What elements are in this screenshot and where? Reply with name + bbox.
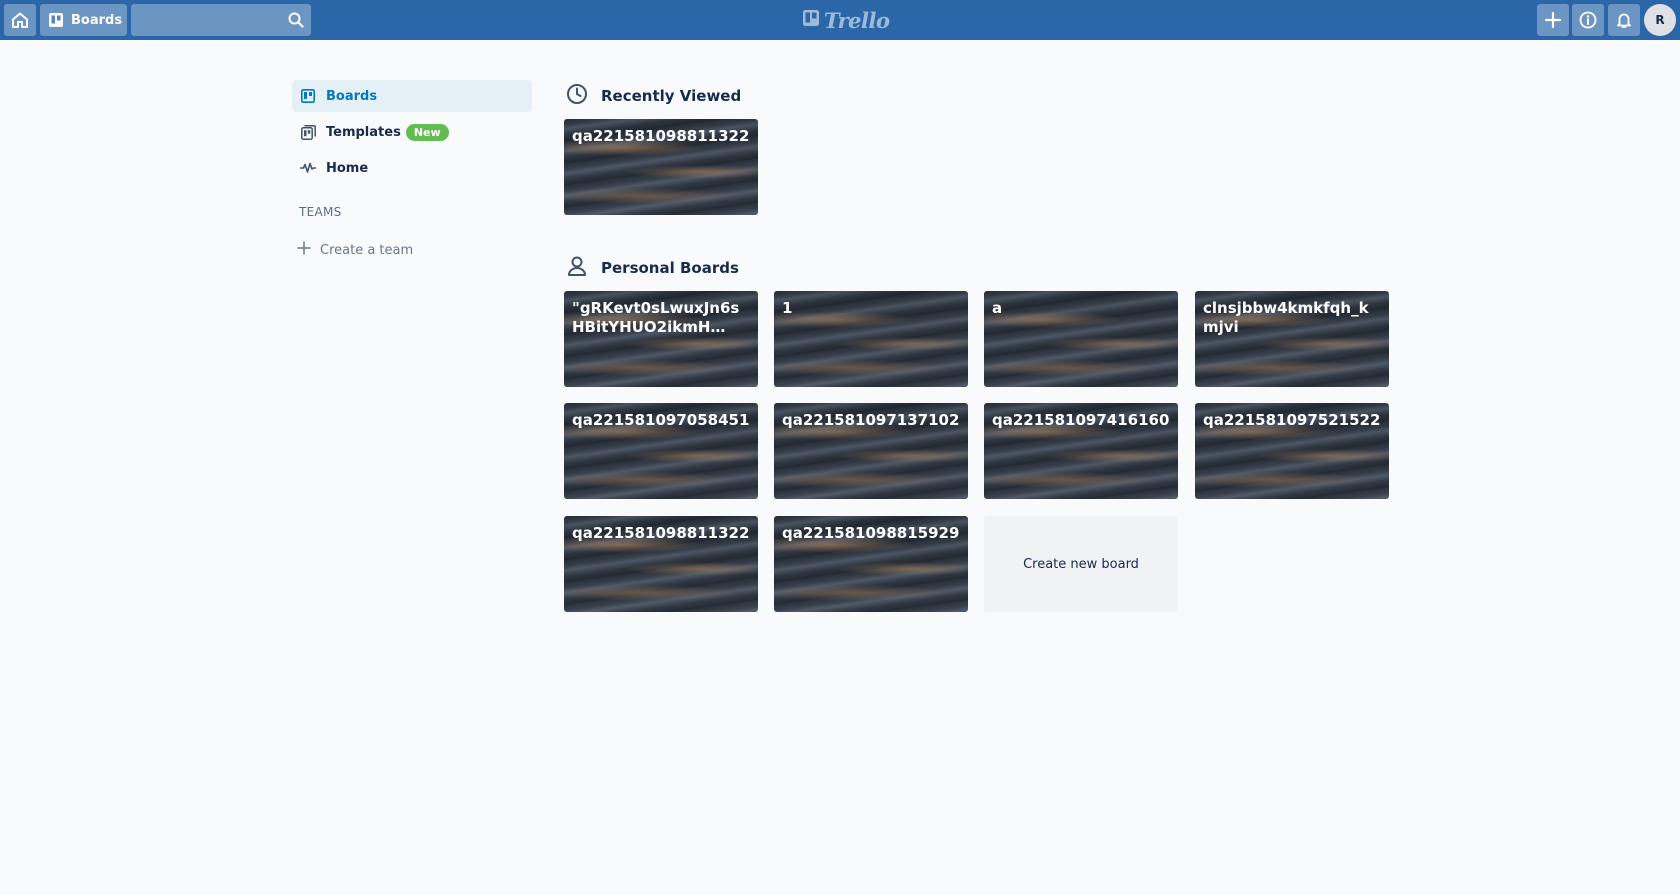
trello-logo[interactable]: Trello xyxy=(802,7,890,33)
board-tile-title: qa221581097137102 xyxy=(782,411,960,429)
info-button[interactable] xyxy=(1572,4,1604,36)
personal-boards-heading: Personal Boards xyxy=(566,256,739,280)
board-tile[interactable]: qa221581098811322 xyxy=(564,119,758,215)
create-new-board-button[interactable]: Create new board xyxy=(984,516,1178,612)
board-tile-title: qa221581098815929 xyxy=(782,524,960,542)
recently-viewed-heading: Recently Viewed xyxy=(566,84,741,108)
search-box[interactable] xyxy=(131,4,311,36)
top-header: Boards Trello R xyxy=(0,0,1680,40)
notifications-button[interactable] xyxy=(1608,4,1640,36)
board-icon xyxy=(300,88,316,104)
create-team-button[interactable]: Create a team xyxy=(297,240,413,260)
board-icon xyxy=(48,12,64,28)
section-title: Personal Boards xyxy=(601,259,739,277)
user-icon xyxy=(566,255,588,281)
board-tile[interactable]: qa221581097137102 xyxy=(774,403,968,499)
sidebar-item-templates[interactable]: Templates New xyxy=(292,116,532,148)
create-team-label: Create a team xyxy=(320,242,414,258)
board-tile[interactable]: "gRKevt0sLwuxJn6sHBitYHUO2ikmH… xyxy=(564,291,758,387)
bell-icon xyxy=(1615,11,1633,29)
activity-icon xyxy=(300,160,316,176)
board-tile-title: qa221581097058451 xyxy=(572,411,750,429)
sidebar-item-label: Home xyxy=(326,160,369,176)
avatar[interactable]: R xyxy=(1644,4,1676,36)
board-tile[interactable]: qa221581098811322 xyxy=(564,516,758,612)
board-tile-title: qa221581098811322 xyxy=(572,524,750,542)
sidebar-item-home[interactable]: Home xyxy=(292,152,532,184)
board-tile[interactable]: qa221581098815929 xyxy=(774,516,968,612)
info-icon xyxy=(1579,11,1597,29)
create-button[interactable] xyxy=(1537,4,1569,36)
board-tile-title: qa221581098811322 xyxy=(572,127,750,145)
template-icon xyxy=(300,124,316,140)
boards-button[interactable]: Boards xyxy=(40,4,127,36)
new-badge: New xyxy=(405,123,449,141)
board-tile[interactable]: qa221581097416160 xyxy=(984,403,1178,499)
board-tile-title: qa221581097416160 xyxy=(992,411,1170,429)
sidebar-item-boards[interactable]: Boards xyxy=(292,80,532,112)
trello-logo-icon xyxy=(802,9,820,31)
board-tile-title: clnsjbbw4kmkfqh_kmjvi xyxy=(1203,299,1369,336)
create-new-board-label: Create new board xyxy=(1023,556,1139,572)
home-icon xyxy=(11,11,29,29)
search-input[interactable] xyxy=(131,4,279,36)
section-title: Recently Viewed xyxy=(601,87,742,105)
board-tile-title: a xyxy=(992,299,1003,317)
trello-logo-text: Trello xyxy=(824,7,890,33)
plus-icon xyxy=(297,241,311,259)
plus-icon xyxy=(1544,11,1562,29)
search-icon[interactable] xyxy=(288,12,304,32)
board-tile-title: qa221581097521522 xyxy=(1203,411,1381,429)
sidebar-item-label: Boards xyxy=(326,88,378,104)
board-tile-title: 1 xyxy=(782,299,793,317)
board-tile[interactable]: 1 xyxy=(774,291,968,387)
board-tile-title: "gRKevt0sLwuxJn6sHBitYHUO2ikmH… xyxy=(572,299,740,336)
board-tile[interactable]: a xyxy=(984,291,1178,387)
sidebar-item-label: Templates xyxy=(326,124,401,140)
board-tile[interactable]: qa221581097058451 xyxy=(564,403,758,499)
boards-button-label: Boards xyxy=(71,12,123,28)
home-button[interactable] xyxy=(4,4,36,36)
clock-icon xyxy=(566,83,588,109)
board-tile[interactable]: qa221581097521522 xyxy=(1195,403,1389,499)
board-tile[interactable]: clnsjbbw4kmkfqh_kmjvi xyxy=(1195,291,1389,387)
teams-heading: TEAMS xyxy=(299,205,342,219)
